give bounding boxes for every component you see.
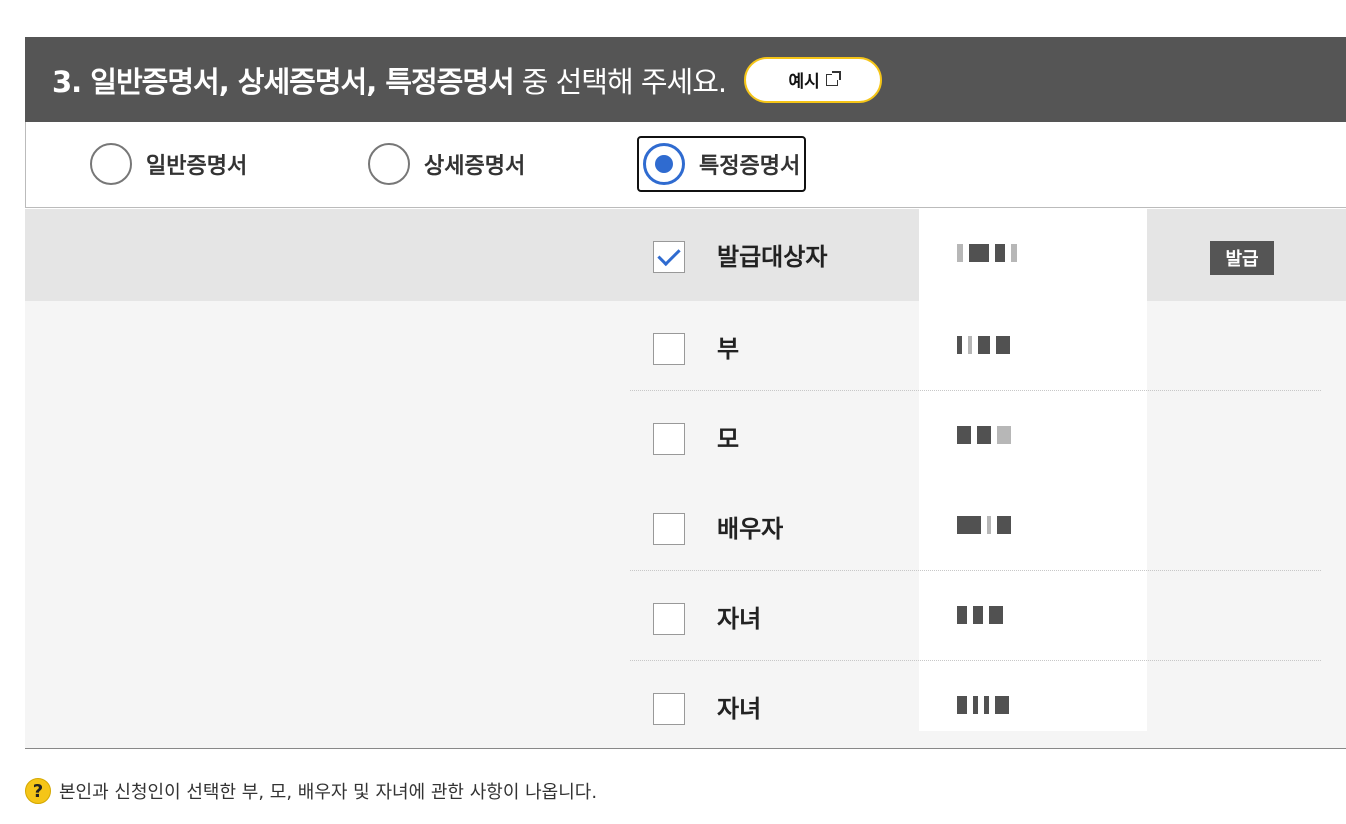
relation-label: 모 xyxy=(717,425,740,453)
issue-badge: 발급 xyxy=(1210,241,1274,275)
checkbox-target[interactable] xyxy=(653,241,685,273)
radio-label: 일반증명서 xyxy=(146,154,248,179)
masked-name xyxy=(919,571,1147,661)
radio-detailed-certificate[interactable]: 상세증명서 xyxy=(368,136,525,192)
radio-general-certificate[interactable]: 일반증명서 xyxy=(90,136,247,192)
example-button-label: 예시 xyxy=(788,72,820,92)
help-note-text: 본인과 신청인이 선택한 부, 모, 배우자 및 자녀에 관한 사항이 나옵니다… xyxy=(59,782,598,803)
person-row-child-1: 자녀 xyxy=(630,571,1321,661)
radio-specific-certificate[interactable]: 특정증명서 xyxy=(637,136,807,192)
person-row-father: 부 xyxy=(630,301,1321,391)
relation-label: 부 xyxy=(717,335,740,363)
masked-name xyxy=(919,391,1147,481)
radio-button[interactable] xyxy=(368,143,410,185)
checkbox-spouse[interactable] xyxy=(653,513,685,545)
person-row-child-2: 자녀 xyxy=(630,661,1321,733)
person-row-mother: 모 xyxy=(630,391,1321,481)
masked-name xyxy=(919,209,1147,301)
question-icon: ? xyxy=(25,778,51,804)
table-bottom-border xyxy=(25,748,1346,749)
person-row-target: 발급대상자 발급 xyxy=(630,209,1321,301)
checkbox-father[interactable] xyxy=(653,333,685,365)
help-note: ? 본인과 신청인이 선택한 부, 모, 배우자 및 자녀에 관한 사항이 나옵… xyxy=(25,778,597,804)
checkbox-child-2[interactable] xyxy=(653,693,685,725)
radio-label: 상세증명서 xyxy=(424,154,526,179)
example-button[interactable]: 예시 xyxy=(744,56,883,103)
radio-label: 특정증명서 xyxy=(699,154,801,179)
checkbox-child-1[interactable] xyxy=(653,603,685,635)
masked-name xyxy=(919,661,1147,731)
section-header: 3. 일반증명서, 상세증명서, 특정증명서 중 선택해 주세요. 예시 xyxy=(25,37,1346,122)
masked-name xyxy=(919,301,1147,391)
person-row-spouse: 배우자 xyxy=(630,481,1321,571)
relation-label: 자녀 xyxy=(717,605,762,633)
relation-label: 자녀 xyxy=(717,695,762,723)
relation-label: 배우자 xyxy=(717,515,784,543)
certificate-type-radio-group: 일반증명서 상세증명서 특정증명서 xyxy=(25,122,1346,208)
masked-name xyxy=(919,481,1147,571)
section-title-rest: 중 선택해 주세요. xyxy=(521,64,727,99)
radio-button-selected[interactable] xyxy=(643,143,685,185)
relation-label: 발급대상자 xyxy=(717,243,828,271)
external-link-icon xyxy=(825,70,841,86)
section-title-strong: 3. 일반증명서, 상세증명서, 특정증명서 xyxy=(52,64,515,99)
checkbox-mother[interactable] xyxy=(653,423,685,455)
radio-button[interactable] xyxy=(90,143,132,185)
